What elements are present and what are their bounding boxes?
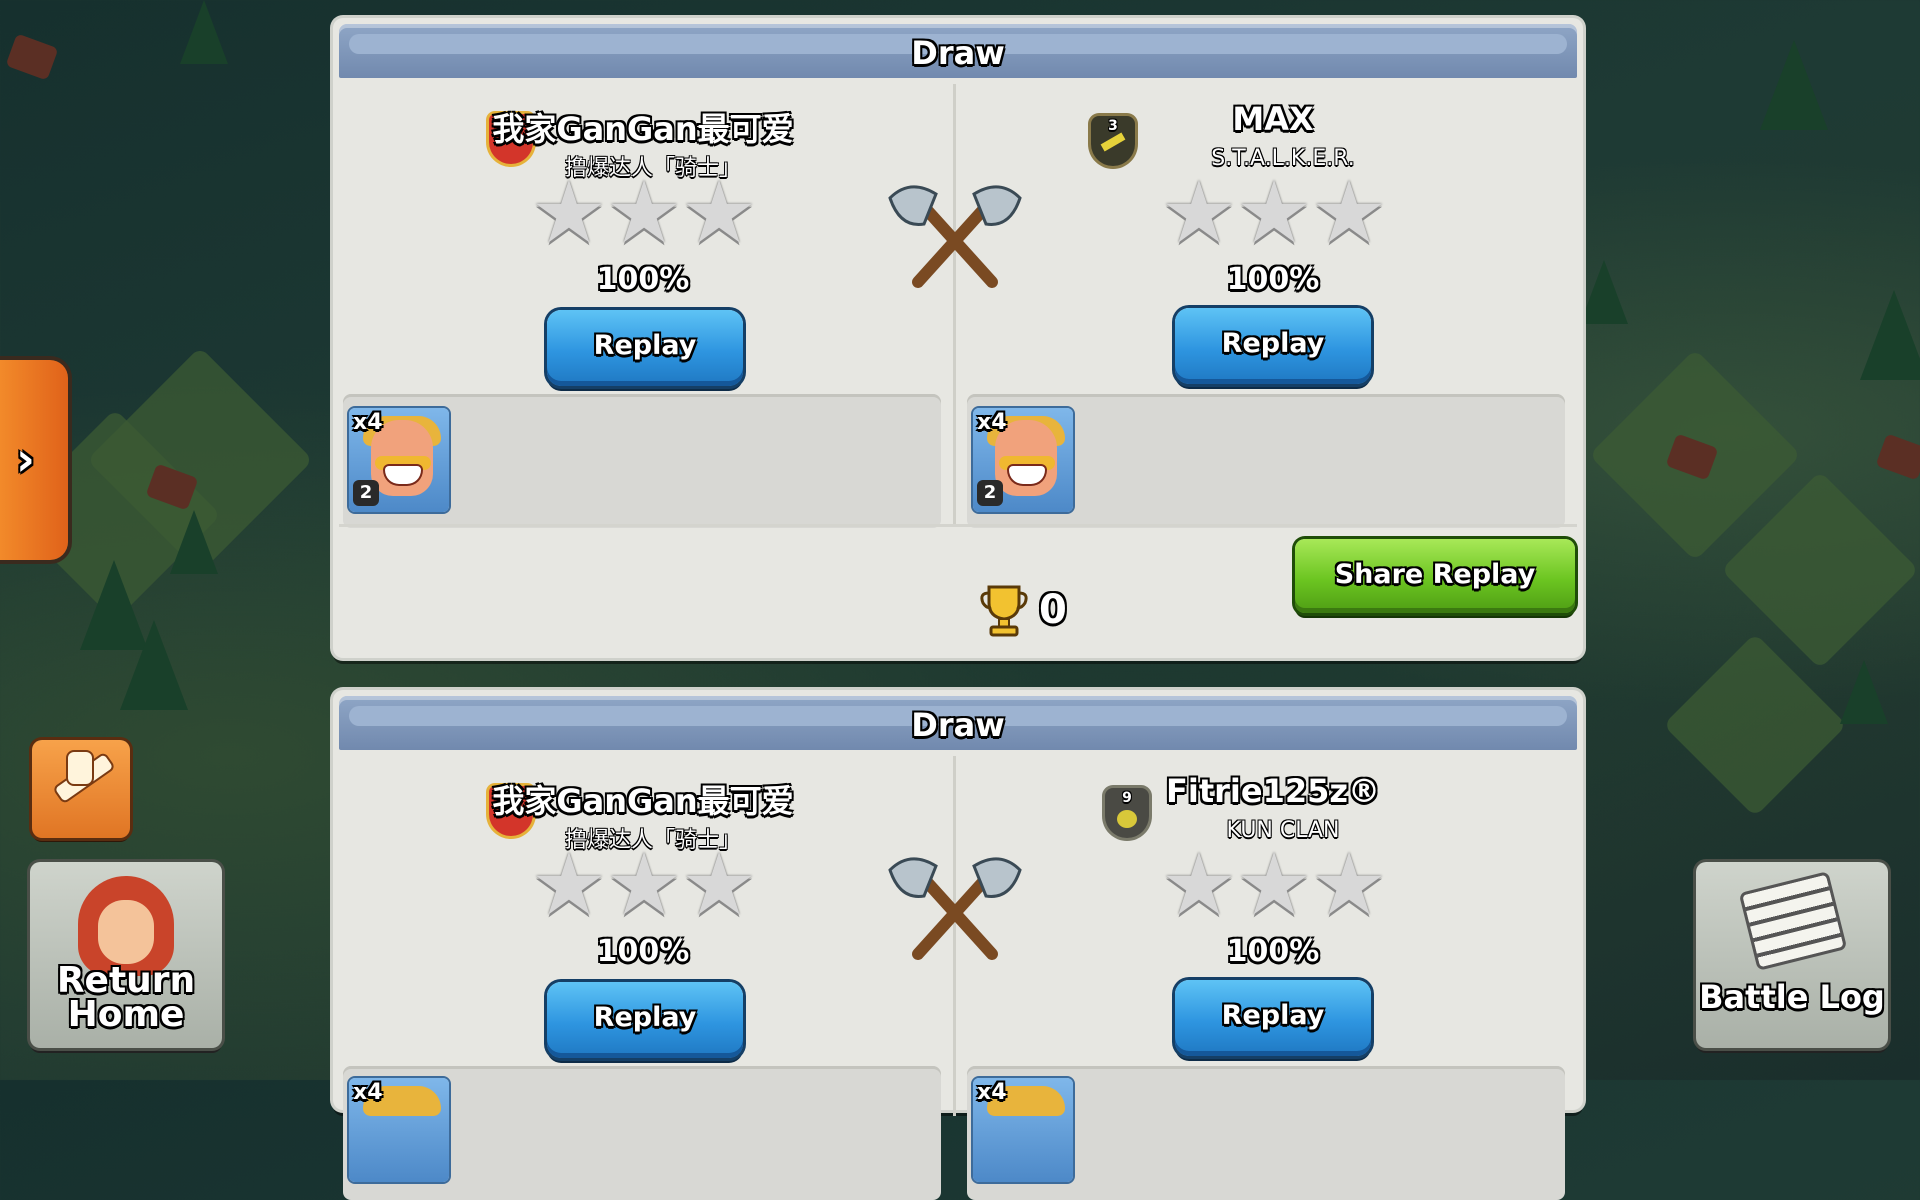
attacker-name: 我家GanGan最可爱 bbox=[492, 110, 794, 148]
card-header: Draw bbox=[339, 696, 1577, 750]
attacker-replay-button[interactable]: Replay bbox=[547, 982, 743, 1058]
share-replay-button[interactable]: Share Replay bbox=[1295, 539, 1575, 613]
defender-army: x4 2 bbox=[967, 394, 1565, 528]
battle-card: Draw 10 我家GanGan最可爱 撸爆达人「骑士」 ★★★ 100% Re… bbox=[333, 18, 1583, 658]
battle-card: Draw 10 我家GanGan最可爱 撸爆达人「骑士」 ★★★ 100% Re… bbox=[333, 690, 1583, 1200]
attacker-panel: 10 我家GanGan最可爱 撸爆达人「骑士」 ★★★ 100% Replay … bbox=[337, 84, 949, 528]
attacker-panel: 10 我家GanGan最可爱 撸爆达人「骑士」 ★★★ 100% Replay … bbox=[337, 756, 949, 1200]
attacker-replay-button[interactable]: Replay bbox=[547, 310, 743, 386]
expand-panel-button[interactable]: › bbox=[0, 360, 68, 560]
card-footer: 0 Share Replay bbox=[339, 524, 1577, 651]
defender-stars: ★★★ bbox=[1160, 163, 1387, 263]
defender-percent: 100% bbox=[1226, 934, 1320, 969]
defender-army: x4 bbox=[967, 1066, 1565, 1200]
attacker-army: x4 2 bbox=[343, 394, 941, 528]
battle-result: Draw bbox=[911, 706, 1005, 744]
card-header: Draw bbox=[339, 24, 1577, 78]
defender-panel: 3 MAX S.T.A.L.K.E.R. ★★★ 100% Replay x4 … bbox=[967, 84, 1579, 528]
defender-name: MAX bbox=[1232, 100, 1314, 138]
defender-replay-button[interactable]: Replay bbox=[1175, 308, 1371, 384]
potion-icon bbox=[68, 752, 92, 784]
attacker-percent: 100% bbox=[596, 934, 690, 969]
defender-panel: 9 Fitrie125z® KUN CLAN ★★★ 100% Replay x… bbox=[967, 756, 1579, 1200]
return-home-button[interactable]: Return Home bbox=[30, 862, 222, 1048]
chevron-right-icon: › bbox=[16, 432, 35, 486]
return-home-label: Return Home bbox=[56, 960, 196, 1035]
builder-attack-button[interactable] bbox=[32, 740, 130, 838]
trophy-change: 0 bbox=[1039, 587, 1067, 633]
battle-log-label: Battle Log bbox=[1699, 978, 1885, 1016]
queen-face-icon bbox=[98, 900, 154, 964]
barbarian-unit: x4 2 bbox=[349, 408, 449, 512]
attacker-stars: ★★★ bbox=[530, 163, 757, 263]
attacker-stars: ★★★ bbox=[530, 835, 757, 935]
attacker-name: 我家GanGan最可爱 bbox=[492, 782, 794, 820]
barbarian-unit: x4 bbox=[349, 1078, 449, 1182]
barbarian-unit: x4 bbox=[973, 1078, 1073, 1182]
defender-stars: ★★★ bbox=[1160, 835, 1387, 935]
log-paper-icon bbox=[1742, 874, 1844, 968]
defender-name: Fitrie125z® bbox=[1166, 772, 1380, 810]
trophy-icon bbox=[980, 585, 1028, 637]
battle-log-button[interactable]: Battle Log bbox=[1696, 862, 1888, 1048]
defender-replay-button[interactable]: Replay bbox=[1175, 980, 1371, 1056]
barbarian-unit: x4 2 bbox=[973, 408, 1073, 512]
attacker-percent: 100% bbox=[596, 262, 690, 297]
attacker-army: x4 bbox=[343, 1066, 941, 1200]
battle-result: Draw bbox=[911, 34, 1005, 72]
defender-percent: 100% bbox=[1226, 262, 1320, 297]
